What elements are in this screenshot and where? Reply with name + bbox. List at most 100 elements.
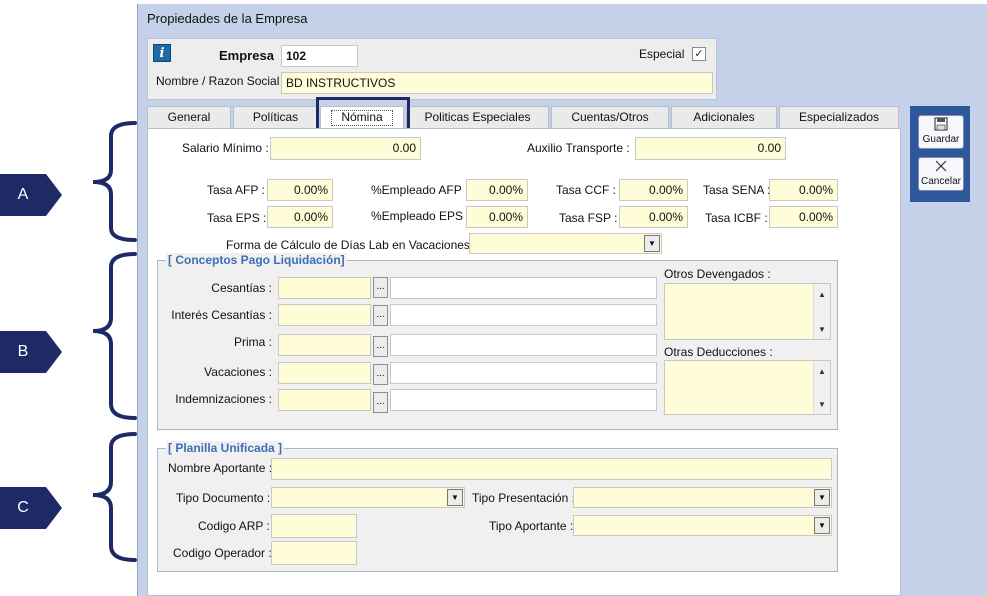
scroll-down-icon[interactable]: ▼ [814, 323, 830, 337]
tab-general[interactable]: General [147, 106, 231, 128]
codigo-operador-field[interactable] [271, 541, 357, 565]
tasa-ccf-field[interactable]: 0.00% [619, 179, 688, 201]
empleado-eps-label: %Empleado EPS : [371, 209, 470, 223]
auxilio-transporte-field[interactable]: 0.00 [635, 137, 786, 160]
tipo-aportante-select[interactable]: ▼ [573, 515, 832, 536]
tasa-fsp-field[interactable]: 0.00% [619, 206, 688, 228]
nombre-label: Nombre / Razon Social [156, 74, 280, 88]
chevron-down-icon[interactable]: ▼ [644, 235, 660, 252]
tasa-sena-field[interactable]: 0.00% [769, 179, 838, 201]
tipo-presentacion-label: Tipo Presentación : [472, 491, 575, 505]
vacaciones-code-field[interactable] [278, 362, 371, 384]
tasa-eps-field[interactable]: 0.00% [267, 206, 333, 228]
cancelar-button[interactable]: Cancelar [918, 157, 964, 191]
tipo-aportante-label: Tipo Aportante : [489, 519, 574, 533]
interes-cesantias-code-field[interactable] [278, 304, 371, 326]
nombre-aportante-label: Nombre Aportante : [168, 461, 273, 475]
bracket-a [92, 121, 137, 242]
annotation-brackets [92, 121, 137, 562]
empleado-afp-label: %Empleado AFP : [371, 183, 469, 197]
tab-especializados[interactable]: Especializados [779, 106, 899, 128]
prima-label: Prima : [233, 335, 272, 349]
tab-cuentas-otros[interactable]: Cuentas/Otros [551, 106, 669, 128]
prima-desc-field[interactable] [390, 334, 657, 356]
scroll-up-icon[interactable]: ▲ [814, 365, 830, 379]
forma-calculo-label: Forma de Cálculo de Días Lab en Vacacion… [226, 238, 477, 252]
marker-c-label: C [17, 499, 29, 516]
empleado-afp-field[interactable]: 0.00% [466, 179, 528, 201]
planilla-group: [ Planilla Unificada ] Nombre Aportante … [157, 441, 838, 572]
scrollbar[interactable]: ▲ ▼ [813, 284, 830, 339]
tasa-icbf-label: Tasa ICBF : [705, 211, 768, 225]
codigo-operador-label: Codigo Operador : [173, 546, 272, 560]
otros-devengados-textarea[interactable]: ▲ ▼ [664, 283, 831, 340]
tasa-afp-label: Tasa AFP : [207, 183, 265, 197]
planilla-title: [ Planilla Unificada ] [166, 441, 285, 455]
tasa-sena-label: Tasa SENA : [703, 183, 771, 197]
nombre-field[interactable]: BD INSTRUCTIVOS [281, 72, 713, 94]
empresa-field[interactable]: 102 [281, 45, 358, 67]
otras-deducciones-label: Otras Deducciones : [664, 345, 773, 359]
codigo-arp-field[interactable] [271, 514, 357, 538]
especial-checkbox[interactable]: ✓ [692, 47, 706, 61]
otras-deducciones-textarea[interactable]: ▲ ▼ [664, 360, 831, 415]
indemnizaciones-code-field[interactable] [278, 389, 371, 411]
salario-minimo-field[interactable]: 0.00 [270, 137, 421, 160]
codigo-arp-label: Codigo ARP : [198, 519, 270, 533]
tab-politicas-especiales[interactable]: Politicas Especiales [406, 106, 549, 128]
conceptos-group: [ Conceptos Pago Liquidación] Cesantías … [157, 253, 838, 430]
floppy-disk-icon [919, 117, 963, 134]
window-title: Propiedades de la Empresa [147, 11, 308, 26]
cesantias-lookup-button[interactable]: ... [373, 277, 388, 298]
chevron-down-icon[interactable]: ▼ [447, 489, 463, 506]
cesantias-code-field[interactable] [278, 277, 371, 299]
cesantias-label: Cesantías : [211, 281, 272, 295]
vacaciones-label: Vacaciones : [204, 365, 272, 379]
especial-label: Especial [639, 47, 685, 61]
empresa-label: Empresa [219, 48, 274, 63]
nomina-tab-content: Salario Mínimo : 0.00 Auxilio Transporte… [147, 128, 901, 596]
info-icon[interactable]: i [153, 44, 171, 62]
tipo-documento-select[interactable]: ▼ [271, 487, 465, 508]
scroll-down-icon[interactable]: ▼ [814, 398, 830, 412]
empleado-eps-field[interactable]: 0.00% [466, 206, 528, 228]
tipo-presentacion-select[interactable]: ▼ [573, 487, 832, 508]
chevron-down-icon[interactable]: ▼ [814, 517, 830, 534]
cancelar-label: Cancelar [920, 176, 962, 187]
tasa-afp-field[interactable]: 0.00% [267, 179, 333, 201]
indemnizaciones-desc-field[interactable] [390, 389, 657, 411]
indemnizaciones-label: Indemnizaciones : [175, 392, 272, 406]
company-header-panel: Empresa 102 Especial Nombre / Razon Soci… [147, 38, 717, 100]
cesantias-desc-field[interactable] [390, 277, 657, 299]
vacaciones-desc-field[interactable] [390, 362, 657, 384]
marker-b-label: B [17, 343, 29, 360]
chevron-down-icon[interactable]: ▼ [814, 489, 830, 506]
prima-code-field[interactable] [278, 334, 371, 356]
otros-devengados-label: Otros Devengados : [664, 267, 771, 281]
marker-b: B [0, 331, 62, 373]
interes-cesantias-label: Interés Cesantías : [171, 308, 272, 322]
guardar-button[interactable]: Guardar [918, 115, 964, 149]
conceptos-title: [ Conceptos Pago Liquidación] [166, 253, 347, 267]
prima-lookup-button[interactable]: ... [373, 336, 388, 357]
auxilio-transporte-label: Auxilio Transporte : [527, 141, 630, 155]
tasa-fsp-label: Tasa FSP : [559, 211, 618, 225]
forma-calculo-select[interactable]: ▼ [469, 233, 662, 254]
vacaciones-lookup-button[interactable]: ... [373, 364, 388, 385]
interes-cesantias-desc-field[interactable] [390, 304, 657, 326]
side-action-panel: Guardar Cancelar [910, 106, 970, 202]
scroll-up-icon[interactable]: ▲ [814, 288, 830, 302]
x-cross-icon [919, 159, 963, 176]
marker-a: A [0, 174, 62, 216]
tab-bar: General Políticas Nómina Politicas Espec… [147, 106, 899, 128]
tab-politicas[interactable]: Políticas [233, 106, 318, 128]
marker-c: C [0, 487, 62, 529]
tasa-icbf-field[interactable]: 0.00% [769, 206, 838, 228]
scrollbar[interactable]: ▲ ▼ [813, 361, 830, 414]
nombre-aportante-field[interactable] [271, 458, 832, 480]
indemnizaciones-lookup-button[interactable]: ... [373, 392, 388, 413]
tasa-ccf-label: Tasa CCF : [556, 183, 617, 197]
tab-adicionales[interactable]: Adicionales [671, 106, 777, 128]
interes-cesantias-lookup-button[interactable]: ... [373, 305, 388, 326]
bracket-b [92, 252, 137, 420]
